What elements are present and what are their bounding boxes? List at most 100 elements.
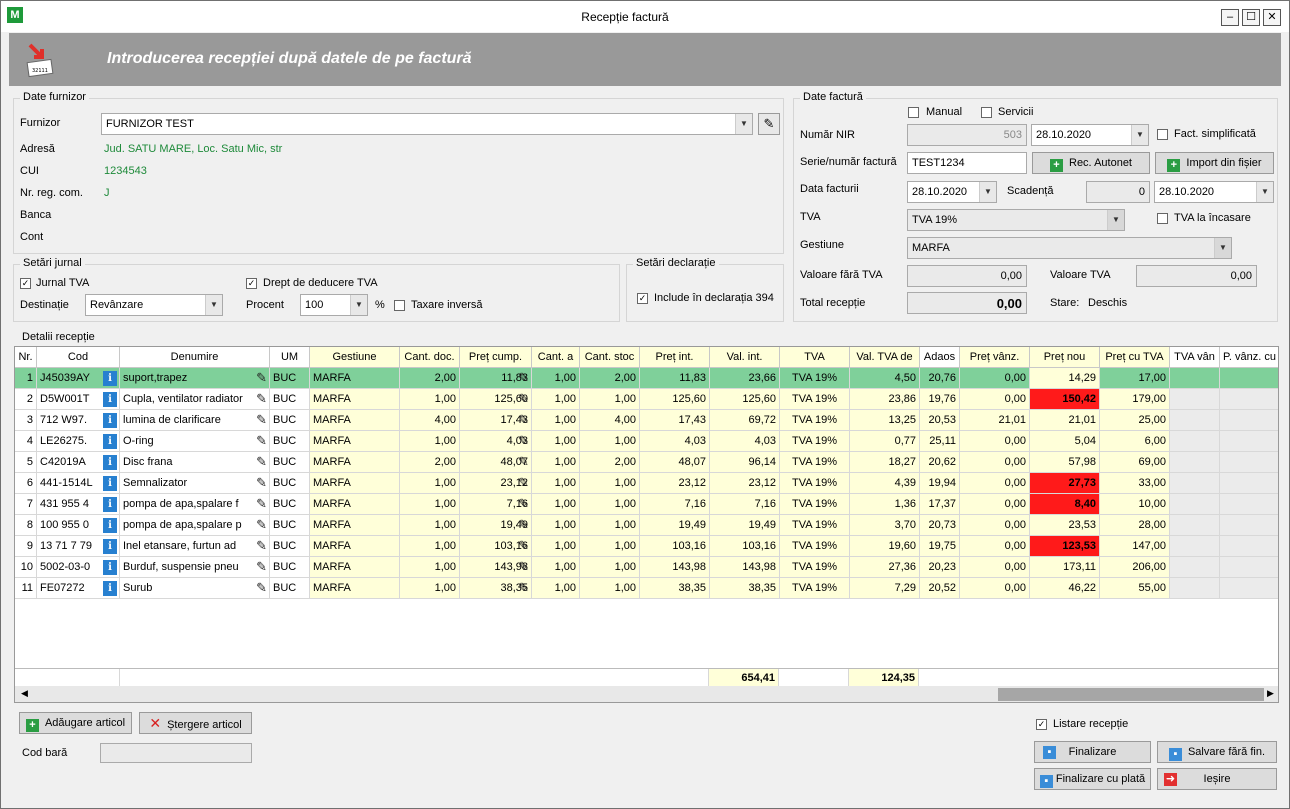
cell-canta[interactable]: 1,00 [532,431,580,452]
cell-vtva[interactable]: 19,60 [850,536,920,557]
maximize-button[interactable]: ☐ [1242,9,1260,26]
nir-number-field[interactable]: 503 [907,124,1027,146]
cell-cdoc[interactable]: 2,00 [400,368,460,389]
cell-vtva[interactable]: 7,29 [850,578,920,599]
cell-empty[interactable] [1220,410,1278,431]
vat-on-collection-checkbox[interactable] [1157,213,1168,224]
cell-tva[interactable]: TVA 19% [780,431,850,452]
info-icon[interactable]: i [103,434,117,449]
cell-gest[interactable]: MARFA [310,389,400,410]
cell-vint[interactable]: 23,12 [710,473,780,494]
cell-nr[interactable]: 10 [15,557,37,578]
pencil-icon[interactable]: ✎ [256,454,267,470]
cell-pint[interactable]: 143,98 [640,557,710,578]
cell-cdoc[interactable]: 1,00 [400,557,460,578]
finalize-button[interactable]: ▪ Finalizare [1034,741,1151,763]
vat-select[interactable]: TVA 19% ▼ [907,209,1125,231]
cell-tva[interactable]: TVA 19% [780,389,850,410]
cell-cdoc[interactable]: 2,00 [400,452,460,473]
cell-cod[interactable]: 100 955 0 i [37,515,120,536]
pencil-icon[interactable]: ✎ [256,559,267,575]
close-button[interactable]: ✕ [1263,9,1281,26]
cell-pvanz[interactable]: 21,01 [960,410,1030,431]
cell-nr[interactable]: 11 [15,578,37,599]
column-header[interactable]: Preț cump. [460,347,532,368]
cell-empty[interactable] [1170,515,1220,536]
save-without-finalize-button[interactable]: ▪ Salvare fără fin. [1157,741,1277,763]
cell-pcu[interactable]: 55,00 [1100,578,1170,599]
cell-empty[interactable] [1220,494,1278,515]
cell-tva[interactable]: TVA 19% [780,515,850,536]
cell-empty[interactable] [1170,578,1220,599]
pencil-icon[interactable]: ✎ [518,496,529,512]
cell-canta[interactable]: 1,00 [532,389,580,410]
exit-button[interactable]: ➜ Ieșire [1157,768,1277,790]
cell-pvanz[interactable]: 0,00 [960,536,1030,557]
column-header[interactable]: Denumire [120,347,270,368]
cell-adaos[interactable]: 20,73 [920,515,960,536]
journal-tva-checkbox[interactable]: ✓ [20,278,31,289]
cell-pcu[interactable]: 17,00 [1100,368,1170,389]
cell-den[interactable]: pompa de apa,spalare f ✎ [120,494,270,515]
cell-tva[interactable]: TVA 19% [780,557,850,578]
pencil-icon[interactable]: ✎ [518,580,529,596]
cell-empty[interactable] [1220,578,1278,599]
finalize-with-payment-button[interactable]: ▪ Finalizare cu plată [1034,768,1151,790]
cell-den[interactable]: Cupla, ventilator radiator ✎ [120,389,270,410]
table-row[interactable]: 11 FE07272 i Surub ✎ BUC MARFA 1,00 38,35 ✎ 1,00 1,… [15,578,1278,599]
pencil-icon[interactable]: ✎ [256,580,267,596]
cell-gest[interactable]: MARFA [310,494,400,515]
cell-pcu[interactable]: 6,00 [1100,431,1170,452]
cell-pcump[interactable]: 7,16 ✎ [460,494,532,515]
cell-vtva[interactable]: 27,36 [850,557,920,578]
cell-tva[interactable]: TVA 19% [780,473,850,494]
cell-nr[interactable]: 8 [15,515,37,536]
column-header[interactable]: P. vânz. cu [1220,347,1278,368]
cell-pcu[interactable]: 25,00 [1100,410,1170,431]
cell-den[interactable]: Semnalizator ✎ [120,473,270,494]
column-header[interactable]: Cant. stoc [580,347,640,368]
cell-canta[interactable]: 1,00 [532,515,580,536]
cell-vint[interactable]: 69,72 [710,410,780,431]
cell-empty[interactable] [1170,494,1220,515]
warehouse-select[interactable]: MARFA ▼ [907,237,1232,259]
cell-empty[interactable] [1220,557,1278,578]
cell-cdoc[interactable]: 1,00 [400,473,460,494]
cell-pcump[interactable]: 38,35 ✎ [460,578,532,599]
cell-um[interactable]: BUC [270,431,310,452]
cell-cod[interactable]: LE26275. i [37,431,120,452]
cell-nr[interactable]: 3 [15,410,37,431]
info-icon[interactable]: i [103,371,117,386]
cell-cstoc[interactable]: 1,00 [580,494,640,515]
cell-den[interactable]: Inel etansare, furtun ad ✎ [120,536,270,557]
cell-tva[interactable]: TVA 19% [780,536,850,557]
info-icon[interactable]: i [103,497,117,512]
table-row[interactable]: 9 13 71 7 79 i Inel etansare, furtun ad ✎ BUC… [15,536,1278,557]
pencil-icon[interactable]: ✎ [518,517,529,533]
cell-pcump[interactable]: 143,98 ✎ [460,557,532,578]
cell-pvanz[interactable]: 0,00 [960,494,1030,515]
table-row[interactable]: 4 LE26275. i O-ring ✎ BUC MARFA 1,00 4,03 ✎ 1,00 1,… [15,431,1278,452]
cell-um[interactable]: BUC [270,410,310,431]
info-icon[interactable]: i [103,539,117,554]
cell-den[interactable]: pompa de apa,spalare p ✎ [120,515,270,536]
cell-um[interactable]: BUC [270,515,310,536]
cell-cstoc[interactable]: 1,00 [580,536,640,557]
cell-empty[interactable] [1170,431,1220,452]
cell-adaos[interactable]: 19,94 [920,473,960,494]
cell-cod[interactable]: FE07272 i [37,578,120,599]
cell-pint[interactable]: 103,16 [640,536,710,557]
cell-adaos[interactable]: 20,53 [920,410,960,431]
cell-canta[interactable]: 1,00 [532,368,580,389]
barcode-field[interactable] [100,743,252,763]
cell-cod[interactable]: 431 955 4 i [37,494,120,515]
table-row[interactable]: 10 5002-03-0 i Burduf, suspensie pneu ✎ BUC MA… [15,557,1278,578]
services-checkbox[interactable] [981,107,992,118]
info-icon[interactable]: i [103,476,117,491]
cell-pnou[interactable]: 23,53 [1030,515,1100,536]
invoice-date-picker[interactable]: 28.10.2020 ▼ [907,181,997,203]
cell-vint[interactable]: 125,60 [710,389,780,410]
cell-cstoc[interactable]: 1,00 [580,557,640,578]
destination-select[interactable]: Revânzare ▼ [85,294,223,316]
cell-canta[interactable]: 1,00 [532,494,580,515]
